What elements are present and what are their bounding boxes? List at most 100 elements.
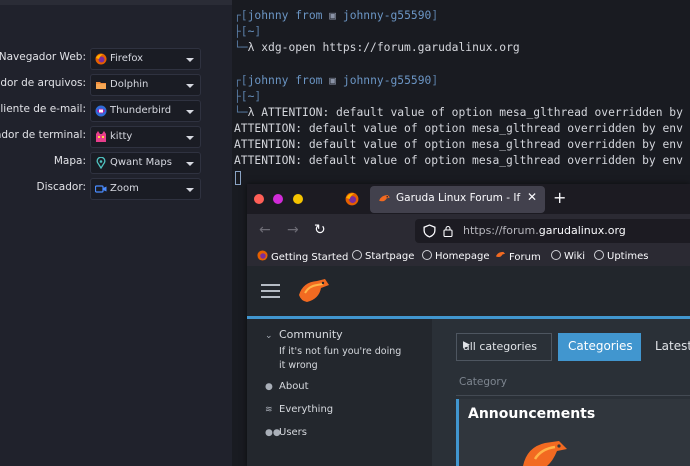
forum-header	[247, 266, 690, 319]
category-announcements[interactable]: Announcements	[456, 399, 690, 466]
command-line-1: └─λ xdg-open https://forum.garudalinux.o…	[234, 41, 520, 54]
layers-icon: ≋	[265, 405, 273, 415]
file-manager-label: ciador de arquivos:	[0, 77, 86, 89]
globe-icon	[352, 250, 362, 260]
prompt-user: johnny	[247, 74, 289, 87]
web-browser-value: Firefox	[110, 53, 144, 64]
map-value: Qwant Maps	[110, 157, 172, 168]
chevron-down-icon	[186, 188, 194, 192]
prompt-from: from	[295, 9, 323, 22]
dialer-select[interactable]: Zoom	[90, 178, 201, 200]
reload-icon[interactable]: ↻	[314, 222, 326, 238]
globe-icon	[422, 250, 432, 260]
all-categories-dropdown[interactable]: all categories ▶	[456, 333, 552, 361]
category-column-header: Category	[459, 376, 507, 388]
dialer-value: Zoom	[110, 183, 139, 194]
output-line: ATTENTION: default value of option mesa_…	[234, 122, 683, 135]
sidebar-section-community[interactable]: Community	[279, 328, 343, 341]
categories-button[interactable]: Categories	[558, 333, 641, 361]
dialer-label: Discador:	[36, 181, 86, 193]
lock-icon[interactable]	[443, 225, 453, 237]
window-minimize-button[interactable]	[273, 194, 283, 204]
tab-close-icon[interactable]: ✕	[527, 190, 537, 204]
chevron-down-icon	[186, 162, 194, 166]
hamburger-menu-icon[interactable]	[261, 284, 280, 298]
new-tab-button[interactable]: +	[553, 188, 566, 207]
map-select[interactable]: Qwant Maps	[90, 152, 201, 174]
map-label: Mapa:	[53, 155, 86, 167]
tab-title: Garuda Linux Forum - If it's	[396, 192, 524, 204]
firefox-icon	[257, 250, 268, 261]
prompt-user: johnny	[247, 9, 289, 22]
latest-tab[interactable]: Latest	[655, 339, 690, 353]
prompt-line-4: ├[~]	[234, 90, 262, 103]
output-line-first: └─λ ATTENTION: default value of option m…	[234, 106, 683, 119]
firefox-icon	[95, 53, 107, 65]
navigation-toolbar: ← → ↻ https://forum.garudalinux.org	[247, 214, 690, 248]
forum-sidebar: ⌄ Community If it's not fun you're doing…	[247, 319, 432, 466]
prompt-from: from	[295, 74, 323, 87]
sidebar-item-everything[interactable]: Everything	[279, 404, 333, 415]
settings-row-file-manager: ciador de arquivos: Dolphin	[0, 74, 232, 96]
terminal-emulator-label: ulador de terminal:	[0, 129, 86, 141]
settings-row-terminal-emulator: ulador de terminal: kitty	[0, 126, 232, 148]
firefox-window: Garuda Linux Forum - If it's ✕ + ← → ↻ h…	[247, 184, 690, 466]
bookmark-label: Wiki	[564, 251, 586, 262]
bookmark-label: Uptimes	[607, 251, 649, 262]
file-manager-value: Dolphin	[110, 79, 149, 90]
bookmark-label: Startpage	[365, 251, 415, 262]
file-manager-select[interactable]: Dolphin	[90, 74, 201, 96]
prompt-line-2: ├[~]	[234, 25, 262, 38]
bookmark-getting-started[interactable]: Getting Started	[257, 250, 348, 263]
chevron-right-icon: ▶	[463, 340, 470, 350]
web-browser-select[interactable]: Firefox	[90, 48, 201, 70]
globe-icon	[594, 250, 604, 260]
url-text: https://forum.garudalinux.org	[463, 224, 626, 237]
prompt-line-3: ┌[johnny from ▣ johnny-g55590]	[234, 74, 439, 87]
categories-button-label: Categories	[568, 339, 633, 353]
url-prefix: https://forum.	[463, 224, 539, 237]
url-domain: garudalinux.org	[538, 224, 626, 237]
output-text: ATTENTION: default value of option mesa_…	[261, 106, 683, 119]
bookmark-uptimes[interactable]: Uptimes	[594, 250, 648, 262]
bookmarks-toolbar: Getting Started Startpage Homepage Forum…	[247, 248, 690, 266]
sidebar-item-users[interactable]: Users	[279, 427, 307, 438]
chevron-down-icon	[186, 58, 194, 62]
garuda-mascot-icon	[523, 441, 567, 466]
bookmark-label: Getting Started	[271, 252, 349, 263]
settings-row-dialer: Discador: Zoom	[0, 178, 232, 200]
bookmark-startpage[interactable]: Startpage	[352, 250, 414, 262]
computer-icon: ▣	[329, 9, 337, 22]
back-arrow-icon[interactable]: ←	[259, 222, 271, 238]
bookmark-forum[interactable]: Forum	[495, 250, 541, 263]
garuda-favicon-icon	[495, 251, 506, 258]
announcements-title[interactable]: Announcements	[468, 406, 595, 422]
thunderbird-icon	[95, 105, 107, 117]
terminal-emulator-value: kitty	[110, 131, 133, 142]
forum-main: all categories ▶ Categories Latest Categ…	[432, 319, 690, 466]
prompt-line-1: ┌[johnny from ▣ johnny-g55590]	[234, 9, 439, 22]
sidebar-item-about[interactable]: About	[279, 381, 309, 392]
computer-icon: ▣	[329, 74, 337, 87]
panel-top-edge	[0, 0, 232, 5]
url-bar[interactable]: https://forum.garudalinux.org	[415, 219, 690, 243]
forward-arrow-icon[interactable]: →	[287, 222, 299, 238]
divider	[456, 395, 690, 396]
video-camera-icon	[95, 185, 107, 193]
chevron-down-icon	[186, 84, 194, 88]
garuda-logo-icon[interactable]	[297, 277, 331, 305]
forum-page: ⌄ Community If it's not fun you're doing…	[247, 266, 690, 466]
tab-garuda-forum[interactable]: Garuda Linux Forum - If it's ✕	[370, 186, 545, 213]
bookmark-homepage[interactable]: Homepage	[422, 250, 490, 262]
window-maximize-button[interactable]	[293, 194, 303, 204]
window-close-button[interactable]	[254, 194, 264, 204]
output-line: ATTENTION: default value of option mesa_…	[234, 154, 683, 167]
email-client-select[interactable]: Thunderbird	[90, 100, 201, 122]
dolphin-icon	[96, 82, 106, 89]
firefox-view-icon[interactable]	[345, 192, 359, 206]
default-applications-panel: Navegador Web: Firefox ciador de arquivo…	[0, 0, 232, 466]
chevron-down-icon[interactable]: ⌄	[265, 331, 273, 341]
terminal-emulator-select[interactable]: kitty	[90, 126, 201, 148]
bookmark-wiki[interactable]: Wiki	[551, 250, 585, 262]
shield-icon[interactable]	[423, 224, 436, 238]
